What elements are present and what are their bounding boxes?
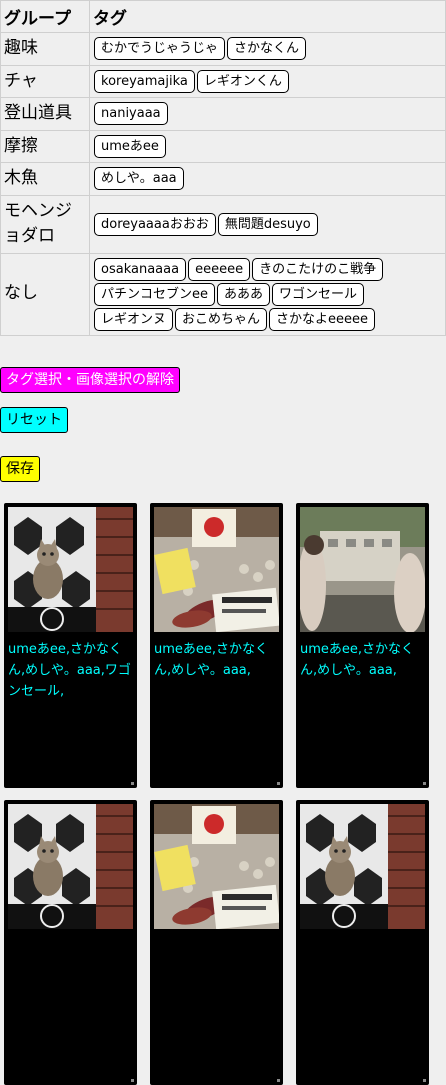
- resize-handle-icon: [131, 782, 134, 785]
- image-card[interactable]: [150, 800, 283, 1085]
- tag-chip[interactable]: osakanaaaa: [94, 257, 187, 281]
- table-row: モヘンジョダロ doreyaaaaおおお 無問題desuyo: [0, 194, 446, 254]
- tag-chip[interactable]: きのこたけのこ戦争: [252, 257, 384, 281]
- tag-chip[interactable]: おこめちゃん: [175, 307, 268, 331]
- tag-chip[interactable]: パチンコセブンee: [94, 282, 215, 306]
- image-card[interactable]: umeあee,さかなくん,めしや。aaa,ワゴンセール,: [4, 503, 137, 788]
- tag-chip[interactable]: umeあee: [94, 134, 166, 158]
- tag-chip[interactable]: あああ: [217, 282, 271, 306]
- tag-chip[interactable]: naniyaaa: [94, 102, 168, 126]
- tag-list: naniyaaa: [89, 97, 446, 131]
- resize-handle-icon: [423, 782, 426, 785]
- cat-photo[interactable]: [8, 804, 133, 929]
- tag-chip[interactable]: さかなくん: [227, 37, 307, 61]
- tag-list: osakanaaaa eeeeee きのこたけのこ戦争パチンコセブンee あああ ワゴン…: [89, 252, 446, 336]
- tag-list: umeあee: [89, 129, 446, 163]
- table-header-row: グループ タグ: [0, 0, 446, 33]
- group-name: モヘンジョダロ: [0, 194, 90, 254]
- header-tag: タグ: [89, 0, 446, 33]
- resize-handle-icon: [423, 1079, 426, 1082]
- cat-photo[interactable]: [300, 804, 425, 929]
- group-name: チャ: [0, 64, 90, 98]
- tag-chip[interactable]: さかなよeeeee: [269, 307, 376, 331]
- tag-chip[interactable]: 無問題desuyo: [217, 212, 318, 236]
- group-name: なし: [0, 252, 90, 336]
- group-name: 登山道具: [0, 97, 90, 131]
- tag-chip[interactable]: むかでうじゃうじゃ: [94, 37, 226, 61]
- table-row: なし osakanaaaa eeeeee きのこたけのこ戦争パチンコセブンee あああワ…: [0, 252, 446, 336]
- image-card[interactable]: umeあee,さかなくん,めしや。aaa,: [296, 503, 429, 788]
- tag-group-table: グループ タグ 趣味 むかでうじゃうじゃ さかなくん チャ koreyamajika レギ…: [0, 0, 446, 336]
- reset-button[interactable]: リセット: [0, 407, 68, 433]
- image-tag-caption: umeあee,さかなくん,めしや。aaa,ワゴンセール,: [8, 642, 131, 699]
- group-name: 木魚: [0, 162, 90, 196]
- clear-selection-button[interactable]: タグ選択・画像選択の解除: [0, 367, 180, 393]
- tag-chip[interactable]: レギオンくん: [196, 69, 289, 93]
- street-photo[interactable]: [300, 507, 425, 632]
- save-button[interactable]: 保存: [0, 456, 40, 482]
- image-tag-caption: umeあee,さかなくん,めしや。aaa,: [154, 642, 269, 678]
- group-name: 摩擦: [0, 129, 90, 163]
- table-row: 登山道具 naniyaaa: [0, 97, 446, 131]
- image-card[interactable]: [296, 800, 429, 1085]
- table-row: 木魚 めしや。aaa: [0, 162, 446, 196]
- resize-handle-icon: [131, 1079, 134, 1082]
- tag-chip[interactable]: eeeeee: [188, 257, 251, 281]
- cat-photo[interactable]: [8, 507, 133, 632]
- tag-chip[interactable]: めしや。aaa: [94, 167, 184, 191]
- header-group: グループ: [0, 0, 90, 33]
- table-row: 摩擦 umeあee: [0, 129, 446, 163]
- tag-list: doreyaaaaおおお 無問題desuyo: [89, 194, 446, 254]
- tag-chip[interactable]: doreyaaaaおおお: [94, 212, 216, 236]
- tag-list: koreyamajika レギオンくん: [89, 64, 446, 98]
- resize-handle-icon: [277, 782, 280, 785]
- tag-chip[interactable]: ワゴンセール: [272, 282, 365, 306]
- table-row: チャ koreyamajika レギオンくん: [0, 64, 446, 98]
- tag-chip[interactable]: レギオンヌ: [94, 307, 174, 331]
- tag-chip[interactable]: koreyamajika: [94, 69, 195, 93]
- food-stall-photo[interactable]: [154, 804, 279, 929]
- group-name: 趣味: [0, 32, 90, 66]
- food-stall-photo[interactable]: [154, 507, 279, 632]
- image-card[interactable]: umeあee,さかなくん,めしや。aaa,: [150, 503, 283, 788]
- resize-handle-icon: [277, 1079, 280, 1082]
- table-row: 趣味 むかでうじゃうじゃ さかなくん: [0, 32, 446, 66]
- image-tag-caption: umeあee,さかなくん,めしや。aaa,: [300, 642, 415, 678]
- tag-list: めしや。aaa: [89, 162, 446, 196]
- tag-list: むかでうじゃうじゃ さかなくん: [89, 32, 446, 66]
- image-card[interactable]: [4, 800, 137, 1085]
